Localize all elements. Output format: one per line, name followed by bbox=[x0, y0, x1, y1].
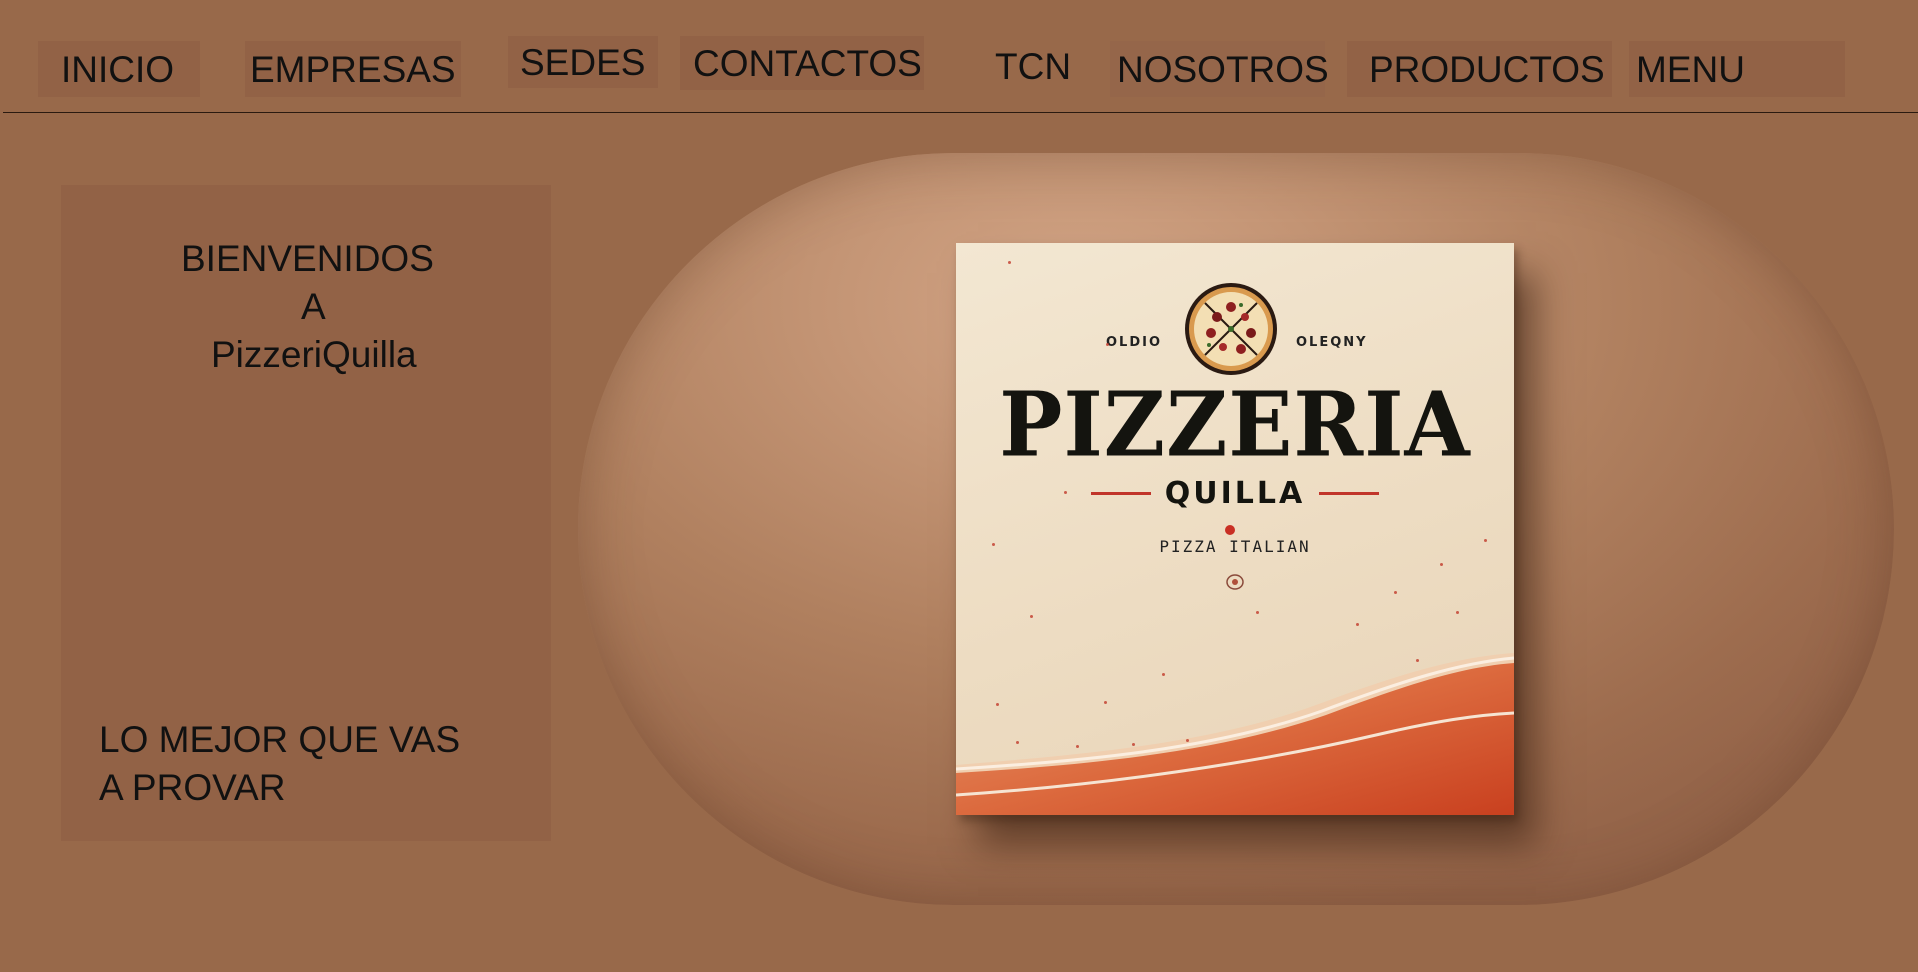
box-rule-left bbox=[1090, 491, 1151, 495]
box-speck bbox=[1132, 743, 1135, 746]
nav-item-empresas[interactable]: EMPRESAS bbox=[245, 41, 461, 97]
nav-item-label: MENU bbox=[1636, 48, 1745, 90]
nav-item-label: PRODUCTOS bbox=[1369, 48, 1605, 90]
nav-item-label: TCN bbox=[995, 45, 1072, 87]
box-speck bbox=[1484, 539, 1487, 542]
box-speck bbox=[1064, 491, 1067, 494]
welcome-heading-line: PizzeriQuilla bbox=[211, 334, 417, 375]
box-speck bbox=[996, 703, 999, 706]
box-small-emblem-icon bbox=[1226, 574, 1244, 590]
nav-item-label: INICIO bbox=[61, 48, 175, 90]
box-speck bbox=[1030, 615, 1033, 618]
box-speck bbox=[1186, 739, 1189, 742]
box-speck bbox=[1394, 591, 1397, 594]
box-small-text-right: OLEQNY bbox=[1296, 335, 1368, 350]
nav-item-label: NOSOTROS bbox=[1117, 48, 1329, 90]
box-speck bbox=[1356, 623, 1359, 626]
box-small-text-left: OLDIO bbox=[1106, 335, 1163, 350]
box-wave-decoration bbox=[956, 653, 1514, 815]
box-speck bbox=[1016, 741, 1019, 744]
nav-item-inicio[interactable]: INICIO bbox=[38, 41, 200, 97]
nav-item-sedes[interactable]: SEDES bbox=[508, 36, 658, 88]
top-navigation: INICIO EMPRESAS SEDES CONTACTOS TCN NOSO… bbox=[0, 0, 1918, 114]
nav-divider bbox=[3, 112, 1918, 113]
box-speck bbox=[1076, 745, 1079, 748]
tagline-line: LO MEJOR QUE VAS bbox=[99, 719, 461, 760]
box-speck bbox=[1104, 701, 1107, 704]
box-tagline: PIZZA ITALIAN bbox=[1159, 537, 1311, 556]
box-red-dot bbox=[1225, 525, 1235, 535]
pizza-icon bbox=[1185, 283, 1277, 375]
nav-item-menu[interactable]: MENU bbox=[1629, 41, 1845, 97]
welcome-heading-line: BIENVENIDOS bbox=[181, 238, 434, 279]
box-brand-sub: QUILLA bbox=[1164, 475, 1306, 511]
box-speck bbox=[1162, 673, 1165, 676]
box-speck bbox=[1106, 343, 1109, 346]
box-speck bbox=[1008, 261, 1011, 264]
box-brand-name: PIZZERIA bbox=[999, 372, 1471, 477]
box-brand-sub-row: QUILLA bbox=[956, 475, 1514, 511]
pizza-box-image: OLDIO OLEQNY PIZZERIA QUILLA PIZZA ITALI… bbox=[956, 243, 1514, 815]
nav-item-productos[interactable]: PRODUCTOS bbox=[1347, 41, 1612, 97]
box-speck bbox=[1256, 611, 1259, 614]
tagline-line: A PROVAR bbox=[99, 767, 286, 808]
page: INICIO EMPRESAS SEDES CONTACTOS TCN NOSO… bbox=[0, 0, 1918, 972]
nav-item-contactos[interactable]: CONTACTOS bbox=[680, 36, 924, 90]
nav-item-tcn[interactable]: TCN bbox=[985, 41, 1099, 91]
nav-item-label: SEDES bbox=[520, 41, 646, 83]
box-speck bbox=[1416, 659, 1419, 662]
nav-item-nosotros[interactable]: NOSOTROS bbox=[1110, 41, 1329, 97]
nav-item-label: EMPRESAS bbox=[250, 48, 456, 90]
box-speck bbox=[1456, 611, 1459, 614]
nav-item-label: CONTACTOS bbox=[693, 42, 922, 84]
box-speck bbox=[992, 543, 995, 546]
box-rule-right bbox=[1319, 491, 1380, 495]
welcome-heading-line: A bbox=[301, 286, 326, 327]
box-speck bbox=[1440, 563, 1443, 566]
welcome-panel: BIENVENIDOS A PizzeriQuilla LO MEJOR QUE… bbox=[61, 185, 551, 841]
